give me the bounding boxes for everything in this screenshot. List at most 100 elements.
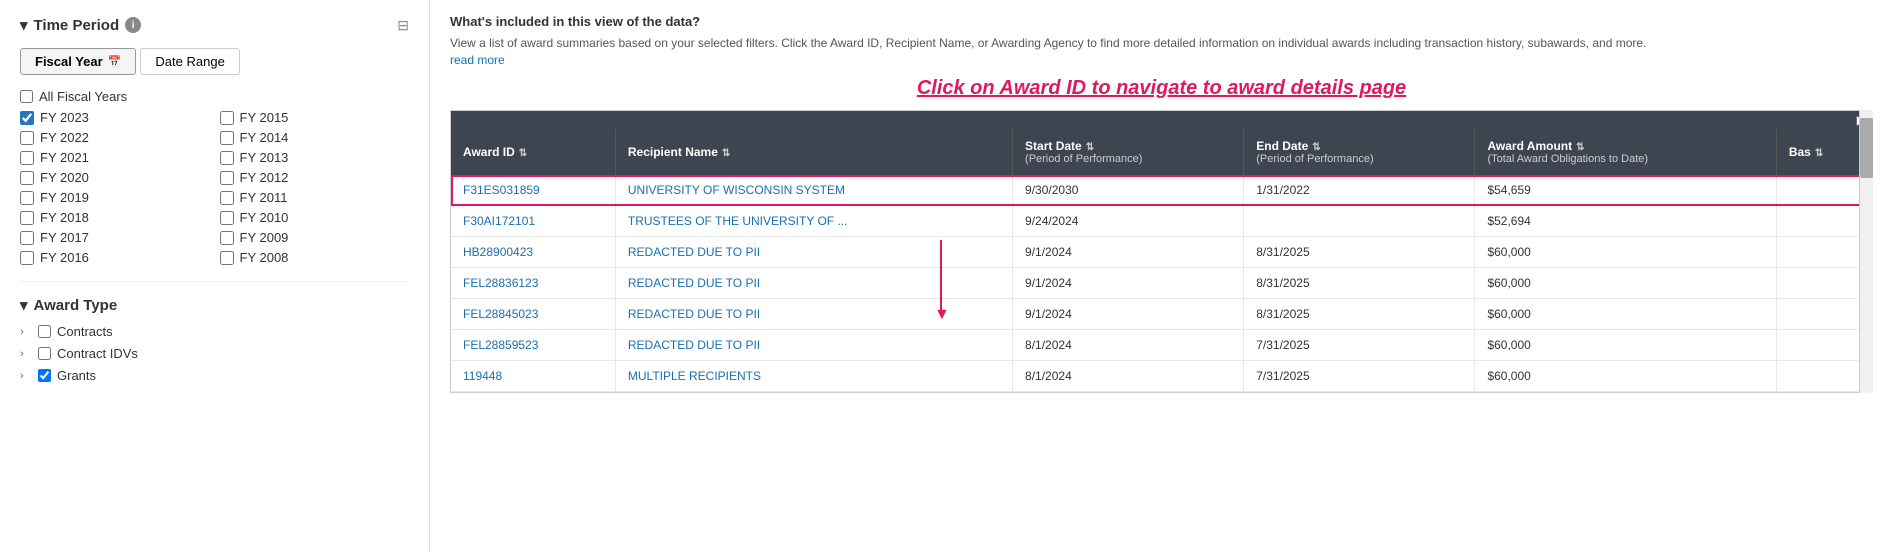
fiscal-year-label: FY 2012 bbox=[240, 170, 289, 185]
end-date: 7/31/2025 bbox=[1256, 369, 1309, 383]
start-date: 9/30/2030 bbox=[1025, 183, 1078, 197]
table-cell: $52,694 bbox=[1475, 206, 1776, 237]
fiscal-year-checkbox[interactable] bbox=[20, 211, 34, 225]
end-date: 8/31/2025 bbox=[1256, 307, 1309, 321]
table-cell bbox=[1776, 361, 1872, 392]
fiscal-year-checkbox[interactable] bbox=[220, 211, 234, 225]
fiscal-year-grid: FY 2023FY 2015FY 2022FY 2014FY 2021FY 20… bbox=[20, 110, 409, 265]
table-column-header[interactable]: Bas⇅ bbox=[1776, 129, 1872, 175]
chevron-down-icon-2[interactable]: ▾ bbox=[20, 296, 28, 314]
fiscal-year-checkbox[interactable] bbox=[220, 131, 234, 145]
fiscal-year-checkbox[interactable] bbox=[220, 111, 234, 125]
table-cell: REDACTED DUE TO PII bbox=[615, 330, 1012, 361]
table-container: ▶ Award ID⇅Recipient Name⇅Start Date⇅(Pe… bbox=[450, 110, 1873, 393]
scroll-thumb[interactable] bbox=[1860, 118, 1873, 178]
fiscal-year-checkbox[interactable] bbox=[220, 171, 234, 185]
fiscal-year-row: FY 2019 bbox=[20, 190, 210, 205]
award-id-link[interactable]: 119448 bbox=[463, 369, 502, 383]
chevron-down-icon[interactable]: ▾ bbox=[20, 16, 28, 34]
fiscal-year-row: FY 2016 bbox=[20, 250, 210, 265]
table-cell: F30AI172101 bbox=[451, 206, 615, 237]
table-column-header[interactable]: Start Date⇅(Period of Performance) bbox=[1013, 129, 1244, 175]
recipient-name-link[interactable]: UNIVERSITY OF WISCONSIN SYSTEM bbox=[628, 183, 845, 197]
fiscal-year-checkbox[interactable] bbox=[20, 111, 34, 125]
all-fiscal-years-checkbox[interactable] bbox=[20, 90, 33, 103]
read-more-link[interactable]: read more bbox=[450, 53, 505, 67]
fiscal-year-checkbox[interactable] bbox=[220, 231, 234, 245]
expand-arrow-icon[interactable]: › bbox=[20, 370, 32, 382]
fiscal-year-label: FY 2019 bbox=[40, 190, 89, 205]
award-amount: $60,000 bbox=[1487, 369, 1530, 383]
table-cell: 119448 bbox=[451, 361, 615, 392]
fiscal-year-checkbox[interactable] bbox=[20, 191, 34, 205]
recipient-name-link: REDACTED DUE TO PII bbox=[628, 338, 760, 352]
table-cell: $60,000 bbox=[1475, 330, 1776, 361]
fiscal-year-checkbox[interactable] bbox=[220, 151, 234, 165]
table-row: F31ES031859 UNIVERSITY OF WISCONSIN SYSTE… bbox=[451, 175, 1872, 206]
fiscal-year-row: FY 2015 bbox=[220, 110, 410, 125]
award-id-link[interactable]: F30AI172101 bbox=[463, 214, 535, 228]
award-type-title-label: Award Type bbox=[34, 297, 118, 314]
recipient-name-link[interactable]: MULTIPLE RECIPIENTS bbox=[628, 369, 761, 383]
award-type-item: › Grants bbox=[20, 368, 409, 383]
start-date: 9/1/2024 bbox=[1025, 276, 1072, 290]
fiscal-year-row: FY 2009 bbox=[220, 230, 410, 245]
fiscal-year-label: FY 2023 bbox=[40, 110, 89, 125]
award-type-checkbox[interactable] bbox=[38, 369, 51, 382]
award-id-link[interactable]: FEL28845023 bbox=[463, 307, 538, 321]
expand-arrow-icon[interactable]: › bbox=[20, 348, 32, 360]
fiscal-year-checkbox[interactable] bbox=[20, 151, 34, 165]
fiscal-year-checkbox[interactable] bbox=[20, 231, 34, 245]
table-cell: $60,000 bbox=[1475, 237, 1776, 268]
table-column-header[interactable]: End Date⇅(Period of Performance) bbox=[1244, 129, 1475, 175]
time-period-tabs: Fiscal Year 📅 Date Range bbox=[20, 48, 409, 75]
scroll-indicator[interactable] bbox=[1859, 110, 1873, 393]
award-id-link[interactable]: F31ES031859 bbox=[463, 183, 540, 197]
fiscal-year-label: FY 2022 bbox=[40, 130, 89, 145]
award-type-checkbox[interactable] bbox=[38, 325, 51, 338]
sort-icon: ⇅ bbox=[519, 148, 527, 159]
table-column-header[interactable]: Recipient Name⇅ bbox=[615, 129, 1012, 175]
table-cell: 9/1/2024 bbox=[1013, 237, 1244, 268]
table-column-header[interactable]: Award Amount⇅(Total Award Obligations to… bbox=[1475, 129, 1776, 175]
fiscal-year-checkbox[interactable] bbox=[20, 251, 34, 265]
fiscal-year-row: FY 2018 bbox=[20, 210, 210, 225]
table-scroll-arrow[interactable]: ▶ bbox=[451, 111, 1872, 129]
table-scroll[interactable]: Award ID⇅Recipient Name⇅Start Date⇅(Peri… bbox=[451, 129, 1872, 392]
collapse-icon[interactable]: ⊟ bbox=[397, 17, 409, 34]
recipient-name-link[interactable]: TRUSTEES OF THE UNIVERSITY OF ... bbox=[628, 214, 848, 228]
sort-icon: ⇅ bbox=[722, 148, 730, 159]
info-box: What's included in this view of the data… bbox=[450, 14, 1873, 67]
fiscal-year-checkbox[interactable] bbox=[220, 251, 234, 265]
fiscal-year-label: FY 2008 bbox=[240, 250, 289, 265]
table-cell bbox=[1776, 175, 1872, 206]
main-content: What's included in this view of the data… bbox=[430, 0, 1893, 552]
table-cell bbox=[1776, 299, 1872, 330]
date-range-tab-label: Date Range bbox=[155, 54, 224, 69]
award-type-checkbox[interactable] bbox=[38, 347, 51, 360]
table-row: FEL28859523REDACTED DUE TO PII8/1/20247/… bbox=[451, 330, 1872, 361]
expand-arrow-icon[interactable]: › bbox=[20, 326, 32, 338]
table-body: F31ES031859 UNIVERSITY OF WISCONSIN SYSTE… bbox=[451, 175, 1872, 392]
recipient-name-link: REDACTED DUE TO PII bbox=[628, 276, 760, 290]
award-id-link[interactable]: FEL28859523 bbox=[463, 338, 538, 352]
award-id-link[interactable]: HB28900423 bbox=[463, 245, 533, 259]
fiscal-year-checkbox[interactable] bbox=[20, 131, 34, 145]
table-column-header[interactable]: Award ID⇅ bbox=[451, 129, 615, 175]
table-cell bbox=[1244, 206, 1475, 237]
end-date: 7/31/2025 bbox=[1256, 338, 1309, 352]
table-cell: $60,000 bbox=[1475, 268, 1776, 299]
awards-table: Award ID⇅Recipient Name⇅Start Date⇅(Peri… bbox=[451, 129, 1872, 392]
fiscal-year-checkbox[interactable] bbox=[20, 171, 34, 185]
info-icon[interactable]: i bbox=[125, 17, 141, 33]
fiscal-year-checkbox[interactable] bbox=[220, 191, 234, 205]
fiscal-year-label: FY 2018 bbox=[40, 210, 89, 225]
fiscal-year-label: FY 2014 bbox=[240, 130, 289, 145]
table-row: F30AI172101 TRUSTEES OF THE UNIVERSITY OF… bbox=[451, 206, 1872, 237]
fiscal-year-tab[interactable]: Fiscal Year 📅 bbox=[20, 48, 136, 75]
table-cell: MULTIPLE RECIPIENTS bbox=[615, 361, 1012, 392]
award-id-link[interactable]: FEL28836123 bbox=[463, 276, 538, 290]
award-amount: $60,000 bbox=[1487, 338, 1530, 352]
date-range-tab[interactable]: Date Range bbox=[140, 48, 239, 75]
table-cell: FEL28845023 bbox=[451, 299, 615, 330]
